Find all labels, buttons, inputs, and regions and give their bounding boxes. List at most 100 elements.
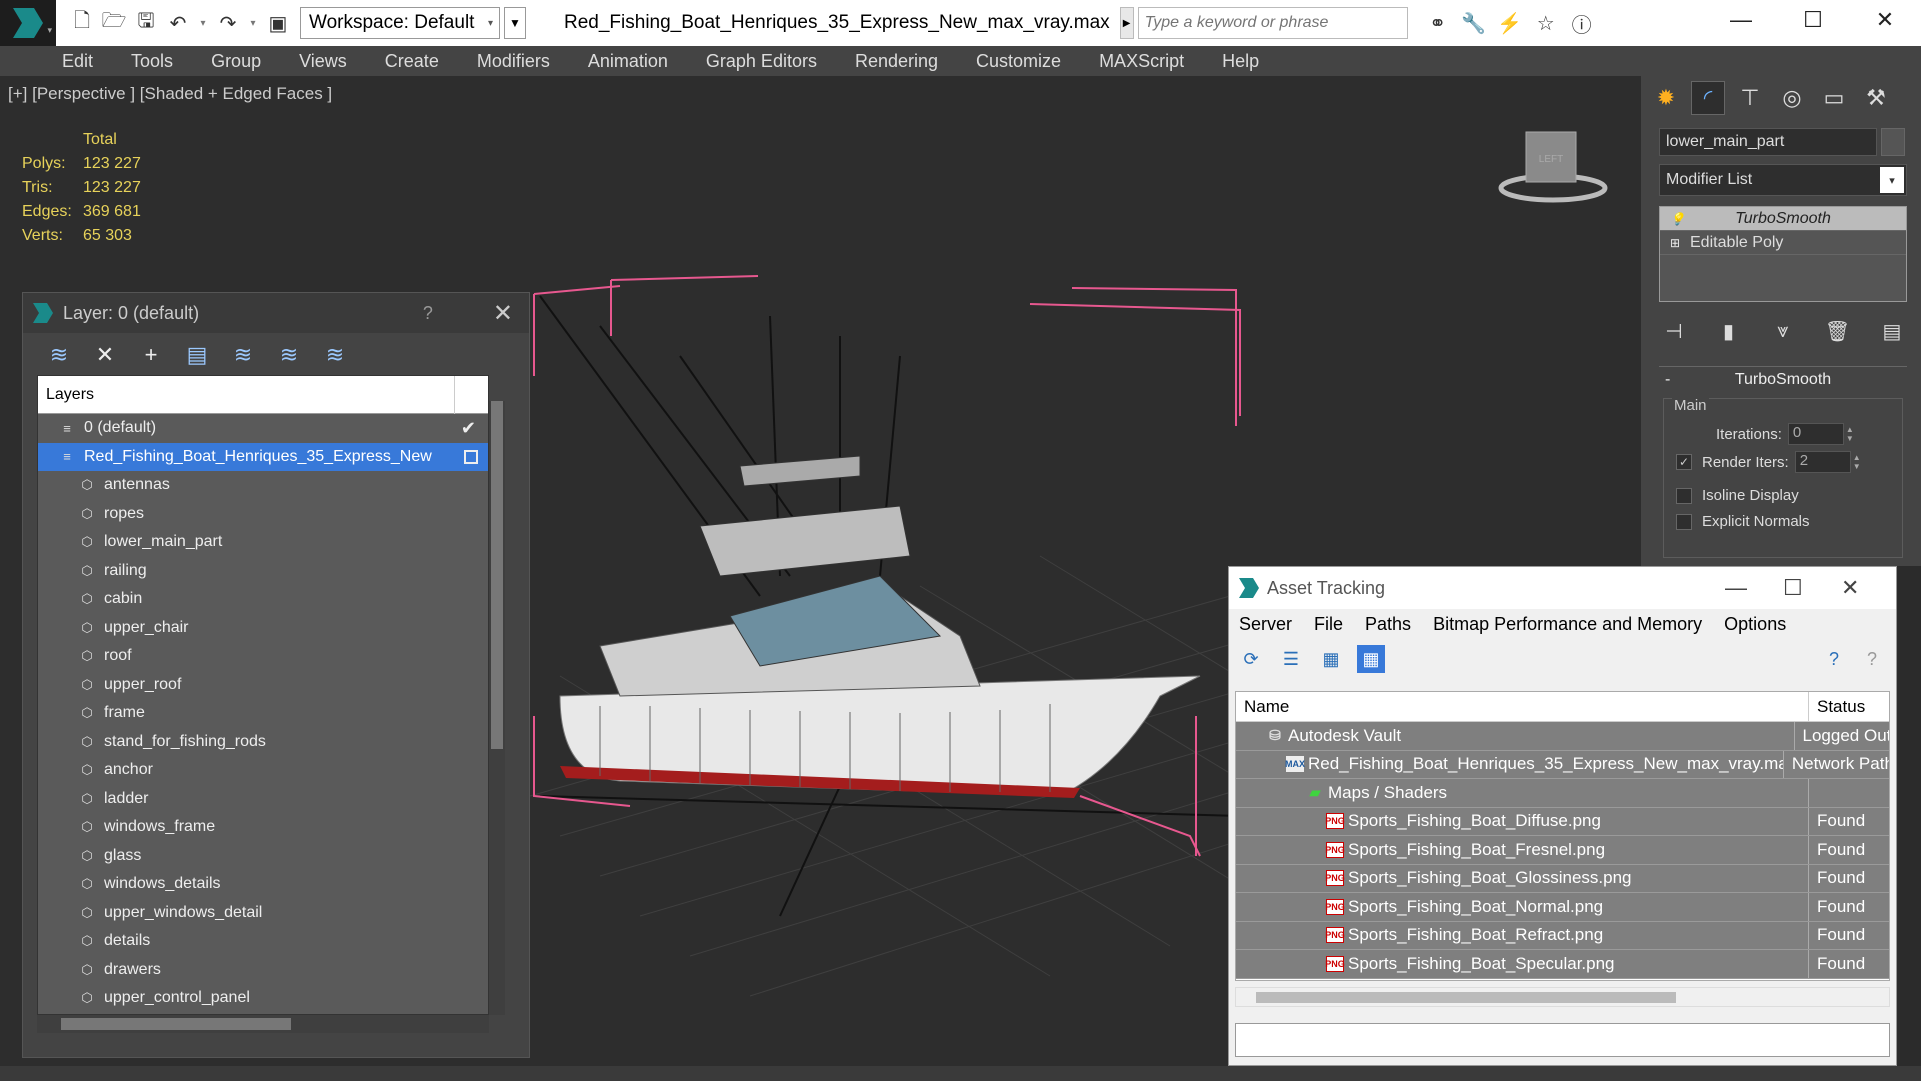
menu-options[interactable]: Options [1724,614,1786,635]
exchange-icon[interactable]: ⚡ [1496,9,1524,37]
layer-object-item[interactable]: ⬡ upper_control_panel [38,984,488,1013]
select-layer-icon[interactable]: ▤ [181,339,213,371]
redo-dropdown-icon[interactable]: ▾ [246,9,260,37]
tree-view-icon[interactable]: ▦ [1317,645,1345,673]
lightbulb-icon[interactable]: 💡 [1670,212,1685,226]
add-selected-icon[interactable]: ≋ [227,339,259,371]
stack-item-turbosmooth[interactable]: 💡 TurboSmooth [1660,207,1906,231]
layer-object-item[interactable]: ⬡ windows_details [38,870,488,899]
binoculars-icon[interactable]: ⚭ [1424,9,1452,37]
menu-bitmap-performance[interactable]: Bitmap Performance and Memory [1433,614,1702,635]
menu-tools[interactable]: Tools [131,51,173,72]
iterations-spinner[interactable]: 0 [1787,423,1844,445]
menu-rendering[interactable]: Rendering [855,51,938,72]
render-iters-checkbox[interactable]: ✓ [1676,454,1692,470]
asset-row[interactable]: ⛁ Autodesk Vault Logged Out [1236,722,1889,751]
asset-row[interactable]: PNG Sports_Fishing_Boat_Diffuse.png Found [1236,807,1889,836]
object-color-swatch[interactable] [1881,128,1905,156]
layer-object-item[interactable]: ⬡ cabin [38,585,488,614]
layer-object-item[interactable]: ⬡ upper_roof [38,671,488,700]
layer-object-item[interactable]: ⬡ glass [38,842,488,871]
table-view-icon[interactable]: ▦ [1357,645,1385,673]
help-icon[interactable]: ⓘ [1568,9,1596,37]
layer-object-item[interactable]: ⬡ upper_windows_detail [38,899,488,928]
modifier-stack[interactable]: 💡 TurboSmooth ⊞ Editable Poly [1659,206,1907,302]
favorites-star-icon[interactable]: ☆ [1532,9,1560,37]
layer-object-item[interactable]: ⬡ ropes [38,500,488,529]
menu-views[interactable]: Views [299,51,347,72]
menu-help[interactable]: Help [1222,51,1259,72]
remove-modifier-icon[interactable]: 🗑 [1823,316,1853,346]
name-column-header[interactable]: Name [1236,692,1809,722]
active-layer-check-icon[interactable]: ✔ [461,418,476,439]
menu-maxscript[interactable]: MAXScript [1099,51,1184,72]
asset-row[interactable]: ▰ Maps / Shaders [1236,779,1889,808]
make-unique-icon[interactable]: ⩔ [1768,316,1798,346]
pin-stack-icon[interactable]: ⊣ [1659,316,1689,346]
close-button[interactable]: ✕ [1849,0,1921,40]
menu-create[interactable]: Create [385,51,439,72]
horizontal-scrollbar[interactable] [37,1015,489,1033]
horizontal-scrollbar[interactable] [1235,987,1890,1007]
layer-list[interactable]: Layers ≡ 0 (default) ✔ ≡ Red_Fishing_Boat_He… [37,375,489,1015]
help-disabled-icon[interactable]: ? [1858,645,1886,673]
layer-object-item[interactable]: ⬡ drawers [38,956,488,985]
layer-object-item[interactable]: ⬡ railing [38,557,488,586]
asset-row[interactable]: PNG Sports_Fishing_Boat_Refract.png Found [1236,921,1889,950]
minimize-button[interactable]: — [1725,575,1747,601]
hierarchy-tab-icon[interactable]: ⊤ [1733,81,1767,115]
asset-row[interactable]: PNG Sports_Fishing_Boat_Fresnel.png Found [1236,836,1889,865]
layer-object-item[interactable]: ⬡ frame [38,699,488,728]
object-name-field[interactable]: lower_main_part [1659,128,1877,156]
menu-paths[interactable]: Paths [1365,614,1411,635]
layer-settings-icon[interactable]: ≋ [319,339,351,371]
spinner-arrows-icon[interactable]: ▲ ▼ [1846,425,1856,443]
layers-column-header[interactable]: Layers [38,376,488,414]
modify-tab-icon[interactable]: ◜ [1691,81,1725,115]
add-icon[interactable]: + [135,339,167,371]
tools-icon[interactable]: 🔧 [1460,9,1488,37]
undo-icon[interactable]: ↶ [164,9,192,37]
help-button[interactable]: ? [423,303,433,324]
configure-sets-icon[interactable]: ▤ [1877,316,1907,346]
spinner-arrows-icon[interactable]: ▲ ▼ [1853,453,1863,471]
scrollbar-thumb[interactable] [491,401,503,749]
menu-edit[interactable]: Edit [62,51,93,72]
display-tab-icon[interactable]: ▭ [1817,81,1851,115]
menu-graph-editors[interactable]: Graph Editors [706,51,817,72]
save-icon[interactable]: 🖫 [132,9,160,37]
asset-row[interactable]: PNG Sports_Fishing_Boat_Glossiness.png Fou… [1236,864,1889,893]
refresh-icon[interactable]: ⟳ [1237,645,1265,673]
open-file-icon[interactable]: 🗁 [100,9,128,37]
isoline-checkbox[interactable] [1676,487,1692,504]
path-status-field[interactable] [1235,1023,1890,1057]
modifier-list-dropdown[interactable]: Modifier List ▾ [1659,164,1907,196]
vertical-scrollbar[interactable] [489,401,505,1015]
asset-row[interactable]: MAX Red_Fishing_Boat_Henriques_35_Express… [1236,750,1889,779]
asset-tracking-titlebar[interactable]: Asset Tracking — ☐ ✕ [1229,567,1896,609]
expand-plus-icon[interactable]: ⊞ [1670,236,1680,250]
layer-panel-titlebar[interactable]: Layer: 0 (default) ? ✕ [23,293,529,333]
asset-row[interactable]: PNG Sports_Fishing_Boat_Specular.png Found [1236,950,1889,979]
utilities-tab-icon[interactable]: ⚒ [1859,81,1893,115]
close-button[interactable]: ✕ [1841,575,1859,601]
show-end-result-icon[interactable]: ▮ [1714,316,1744,346]
menu-file[interactable]: File [1314,614,1343,635]
layer-object-item[interactable]: ⬡ details [38,927,488,956]
layer-item[interactable]: ≡ 0 (default) ✔ [38,414,488,443]
close-icon[interactable]: ✕ [493,299,513,328]
project-folder-icon[interactable]: ▣ [264,9,292,37]
viewcube[interactable]: LEFT [1498,126,1608,206]
highlight-layer-icon[interactable]: ≋ [273,339,305,371]
stack-item-editable-poly[interactable]: ⊞ Editable Poly [1660,231,1906,255]
help-icon[interactable]: ? [1820,645,1848,673]
scrollbar-thumb[interactable] [1256,992,1676,1003]
delete-icon[interactable]: ✕ [89,339,121,371]
layer-item[interactable]: ≡ Red_Fishing_Boat_Henriques_35_Express_N… [38,442,488,471]
menu-group[interactable]: Group [211,51,261,72]
set-active-checkbox[interactable] [464,449,478,464]
layer-object-item[interactable]: ⬡ windows_frame [38,813,488,842]
layer-object-item[interactable]: ⬡ upper_chair [38,614,488,643]
search-input[interactable] [1137,7,1408,39]
motion-tab-icon[interactable]: ◎ [1775,81,1809,115]
